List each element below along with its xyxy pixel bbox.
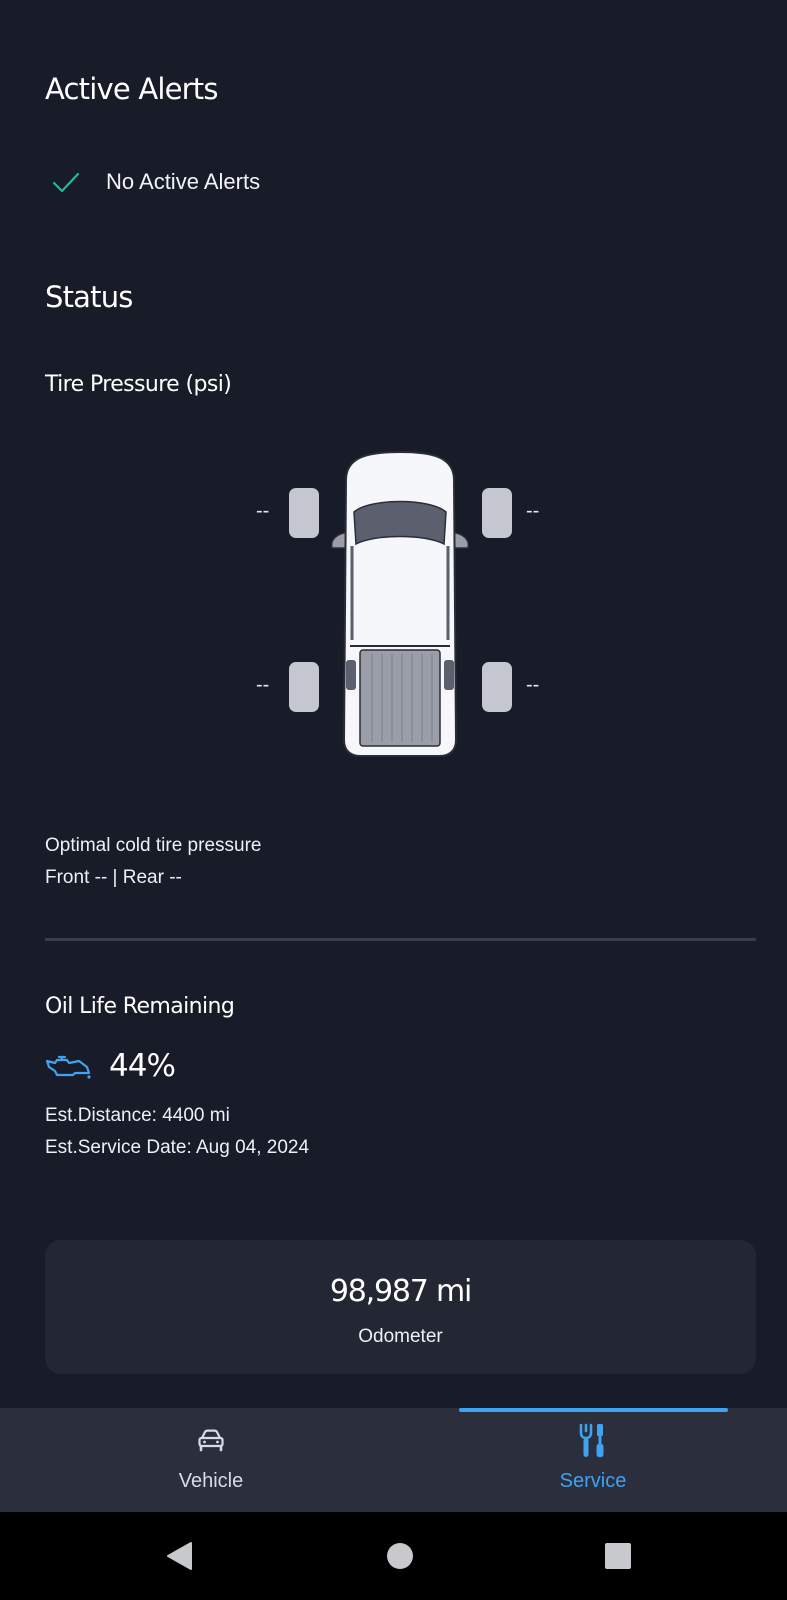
section-divider [45,938,756,941]
service-screen: Active Alerts No Active Alerts Status Ti… [0,0,787,1600]
wrench-screwdriver-icon [579,1423,604,1457]
optimal-pressure-label: Optimal cold tire pressure [45,835,262,856]
tab-service-label: Service [559,1470,627,1492]
rear-left-tire [289,662,319,712]
tire-pressure-title: Tire Pressure (psi) [45,372,232,397]
odometer-card: 98,987 mi Odometer [45,1240,756,1374]
scroll-content[interactable]: Active Alerts No Active Alerts Status Ti… [0,0,787,1408]
odometer-value: 98,987 mi [329,1274,472,1309]
tab-vehicle-label: Vehicle [178,1470,244,1492]
front-left-pressure: -- [256,500,270,522]
back-triangle-icon[interactable] [162,1538,198,1574]
est-distance: Est.Distance: 4400 mi [45,1105,230,1126]
tab-vehicle[interactable]: Vehicle [14,1408,408,1512]
front-left-tire [289,488,319,538]
no-alerts-row: No Active Alerts [50,162,260,202]
oil-life-percent: 44% [109,1048,176,1084]
rear-right-pressure: -- [526,674,540,696]
checkmark-icon [52,172,80,193]
home-circle-icon[interactable] [382,1538,418,1574]
tire-pressure-diagram: -- -- -- -- [240,440,560,770]
optimal-pressure-values: Front -- | Rear -- [45,867,182,888]
oil-can-icon [45,1055,91,1079]
status-title: Status [45,280,133,314]
oil-life-title: Oil Life Remaining [45,994,235,1019]
recents-square-icon[interactable] [600,1538,636,1574]
oil-life-row: 44% [45,1044,176,1088]
front-right-tire [482,488,512,538]
bottom-navigation: Vehicle Service [0,1408,787,1512]
tab-service[interactable]: Service [396,1408,787,1512]
no-alerts-text: No Active Alerts [106,169,261,194]
car-icon [198,1429,224,1452]
active-alerts-title: Active Alerts [45,72,218,106]
front-right-pressure: -- [526,500,540,522]
truck-top-view-icon [289,450,512,757]
est-service-date: Est.Service Date: Aug 04, 2024 [45,1137,310,1158]
rear-left-pressure: -- [256,674,270,696]
android-navigation-bar [0,1512,787,1600]
rear-right-tire [482,662,512,712]
odometer-label: Odometer [358,1326,443,1347]
